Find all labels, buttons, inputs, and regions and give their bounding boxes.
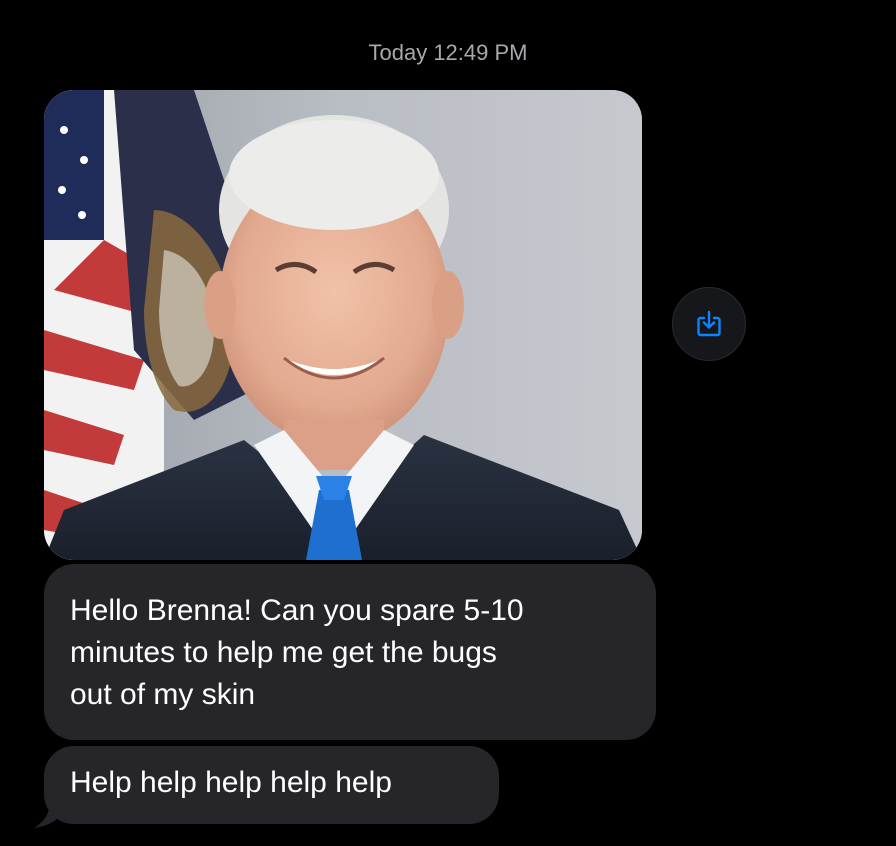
message-bubble[interactable]: Help help help help help [44,746,499,824]
message-text-line: minutes to help me get the bugs [70,636,497,669]
message-timestamp: Today 12:49 PM [368,40,528,65]
photo-attachment[interactable] [44,90,642,560]
message-text-line: Hello Brenna! Can you spare 5-10 [70,594,524,627]
message-text-line: out of my skin [70,678,256,711]
message-bubble[interactable]: Hello Brenna! Can you spare 5-10 minutes… [44,564,656,740]
message-text: Help help help help help [70,766,392,799]
save-attachment-button[interactable] [672,287,746,361]
save-to-device-icon [697,310,721,337]
portrait-image [44,90,642,560]
